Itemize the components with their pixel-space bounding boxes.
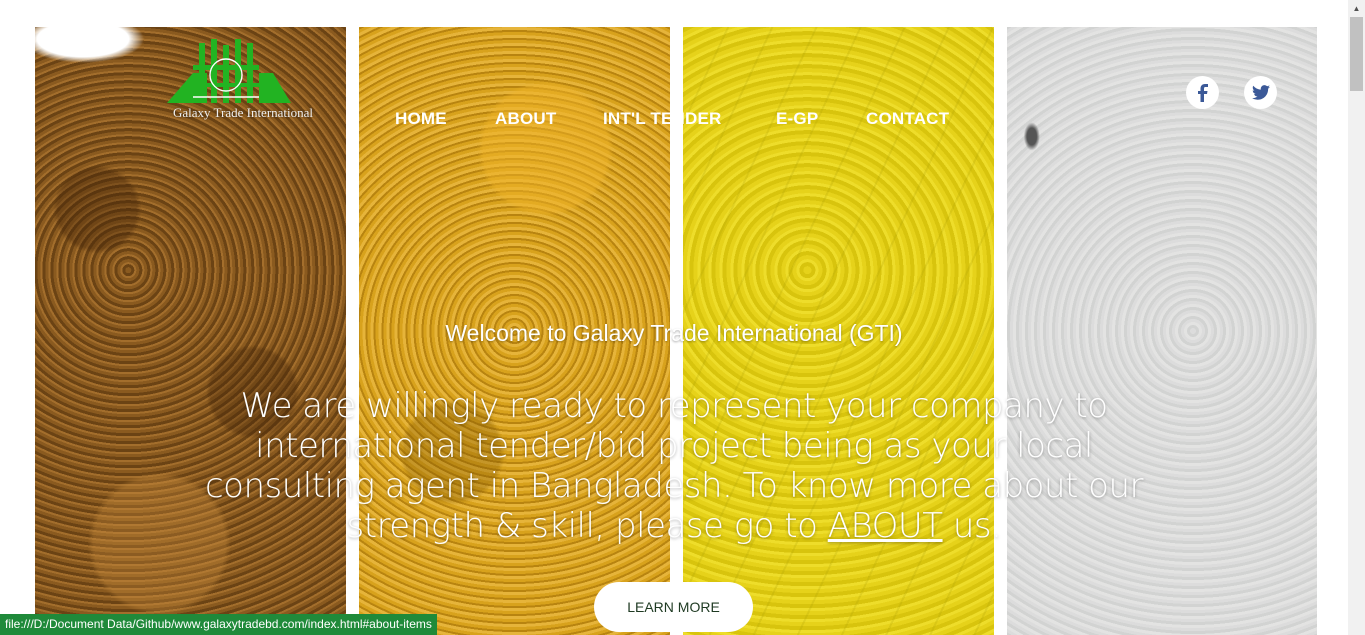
scroll-up-arrow-icon[interactable]: ▲ (1348, 0, 1365, 17)
hero-tagline: We are willingly ready to represent your… (200, 386, 1148, 546)
welcome-heading: Welcome to Galaxy Trade International (G… (445, 320, 903, 346)
scrollbar-thumb[interactable] (1350, 17, 1363, 91)
nav-about[interactable]: ABOUT (495, 109, 556, 129)
nav-e-gp[interactable]: E-GP (776, 109, 818, 129)
browser-status-bar: file:///D:/Document Data/Github/www.gala… (0, 614, 437, 635)
twitter-link[interactable] (1244, 76, 1277, 109)
nav-intl-tender[interactable]: INT'L TENDER (603, 109, 722, 129)
tagline-end: us. (942, 506, 1002, 546)
facebook-icon (1197, 83, 1208, 102)
logo-text: Galaxy Trade International (172, 105, 314, 120)
facebook-link[interactable] (1186, 76, 1219, 109)
hero-section: Galaxy Trade International HOME ABOUT IN… (0, 0, 1348, 635)
logo-building-icon (167, 39, 291, 103)
nav-contact[interactable]: CONTACT (866, 109, 949, 129)
about-link[interactable]: ABOUT (828, 506, 943, 546)
learn-more-button[interactable]: LEARN MORE (594, 582, 753, 632)
page-scrollbar[interactable]: ▲ (1348, 0, 1365, 635)
tagline-text: We are willingly ready to represent your… (204, 386, 1144, 546)
site-logo[interactable]: Galaxy Trade International (163, 35, 323, 125)
twitter-icon (1251, 85, 1270, 100)
nav-home[interactable]: HOME (395, 109, 447, 129)
